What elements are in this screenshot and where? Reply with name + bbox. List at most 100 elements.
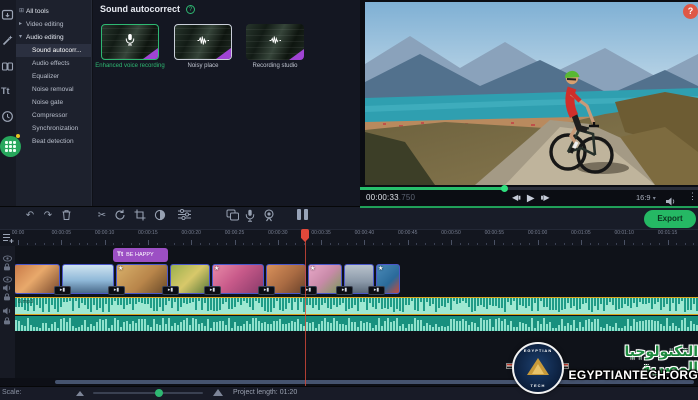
waveform-bar bbox=[93, 326, 95, 331]
ruler-tick bbox=[269, 243, 270, 245]
rotate-button[interactable] bbox=[113, 209, 127, 223]
preset-enhanced-voice-recording[interactable] bbox=[101, 24, 159, 60]
horizontal-scrollbar-thumb[interactable] bbox=[55, 380, 694, 384]
transition-badge[interactable]: ▸▮ bbox=[54, 286, 71, 295]
waveform-bar bbox=[147, 325, 149, 331]
waveform-bar bbox=[648, 298, 650, 303]
waveform-bar bbox=[345, 298, 347, 311]
waveform-bar bbox=[246, 298, 248, 303]
sidebar-item-equalizer[interactable]: Equalizer bbox=[16, 70, 91, 83]
ruler-tick bbox=[122, 243, 123, 245]
zoom-out-icon[interactable] bbox=[76, 391, 84, 396]
waveform-bar bbox=[192, 298, 194, 302]
transition-badge[interactable]: ▸▮ bbox=[258, 286, 275, 295]
undo-button[interactable]: ↶ bbox=[23, 209, 37, 223]
preview-progress-knob[interactable] bbox=[501, 185, 508, 192]
waveform-bar bbox=[354, 298, 356, 305]
aspect-ratio-dropdown[interactable]: 16:9 ▾ bbox=[636, 193, 656, 202]
waveform-bar bbox=[336, 298, 338, 307]
waveform-bar bbox=[381, 326, 383, 331]
redo-button[interactable]: ↷ bbox=[41, 209, 55, 223]
import-media-icon[interactable] bbox=[1, 8, 14, 21]
sidebar-item-audio-effects[interactable]: Audio effects bbox=[16, 57, 91, 70]
titles-icon[interactable]: Tt bbox=[1, 86, 14, 99]
more-options-icon[interactable]: ⋮ bbox=[688, 191, 697, 202]
waveform-bar bbox=[522, 298, 524, 306]
waveform-bar bbox=[384, 321, 386, 331]
waveform-bar bbox=[477, 327, 479, 331]
zoom-in-icon[interactable] bbox=[213, 389, 223, 396]
transition-badge[interactable]: ▸▮ bbox=[300, 286, 317, 295]
waveform-bar bbox=[390, 298, 392, 307]
sidebar-item-all-tools[interactable]: ⊞ All tools bbox=[16, 5, 91, 18]
waveform-bar bbox=[117, 320, 119, 331]
help-icon[interactable]: ? bbox=[186, 5, 195, 14]
transition-badge[interactable]: ▸▮ bbox=[162, 286, 179, 295]
waveform-bar bbox=[297, 319, 299, 331]
ruler-tick bbox=[96, 243, 97, 245]
next-frame-button[interactable]: ▮▶ bbox=[541, 192, 550, 204]
preset-noisy-place[interactable] bbox=[174, 24, 232, 60]
title-clip[interactable]: TtBE HAPPY bbox=[113, 248, 168, 262]
transitions-icon[interactable] bbox=[1, 60, 14, 73]
waveform-bar bbox=[60, 298, 62, 307]
waveform-bar bbox=[81, 298, 83, 303]
sidebar-item-video-editing[interactable]: ▸ Video editing bbox=[16, 18, 91, 31]
video-clip[interactable]: ★▸▮ bbox=[116, 264, 168, 294]
transition-badge[interactable]: ▸▮ bbox=[204, 286, 221, 295]
waveform-bar bbox=[177, 298, 179, 311]
clip-properties-button[interactable] bbox=[177, 209, 191, 223]
waveform-bar bbox=[405, 328, 407, 331]
waveform-bar bbox=[135, 323, 137, 331]
sidebar-item-beat-detection[interactable]: Beat detection bbox=[16, 135, 91, 148]
waveform-bar bbox=[261, 323, 263, 331]
ruler-tick bbox=[217, 243, 218, 245]
sidebar-item-noise-removal[interactable]: Noise removal bbox=[16, 83, 91, 96]
overlay-button[interactable] bbox=[225, 209, 239, 223]
all-tools-grid-icon: ⊞ bbox=[19, 5, 24, 18]
scale-slider-knob[interactable] bbox=[155, 389, 163, 397]
waveform-bar bbox=[105, 298, 107, 304]
video-clip[interactable]: ★▸▮ bbox=[212, 264, 264, 294]
pause-icon[interactable] bbox=[297, 209, 301, 220]
transition-badge[interactable]: ▸▮ bbox=[368, 286, 385, 295]
stickers-clock-icon[interactable] bbox=[1, 110, 14, 123]
waveform-bar bbox=[276, 321, 278, 331]
sidebar-item-compressor[interactable]: Compressor bbox=[16, 109, 91, 122]
waveform-bar bbox=[408, 298, 410, 305]
lock-icon[interactable] bbox=[3, 312, 11, 330]
waveform-bar bbox=[165, 298, 167, 305]
split-scissors-button[interactable]: ✂ bbox=[95, 209, 109, 223]
sidebar-item-noise-gate[interactable]: Noise gate bbox=[16, 96, 91, 109]
sidebar-item-sound-autocorr-[interactable]: Sound autocorr... bbox=[16, 44, 91, 57]
sidebar-item-audio-editing[interactable]: ▾ Audio editing bbox=[16, 31, 91, 44]
waveform-bar bbox=[507, 325, 509, 331]
video-clip[interactable]: ★▸▮ bbox=[376, 264, 400, 294]
transition-badge[interactable]: ▸▮ bbox=[336, 286, 353, 295]
more-tools-button[interactable] bbox=[0, 136, 21, 157]
waveform-bar bbox=[225, 325, 227, 331]
scale-slider-track[interactable] bbox=[93, 392, 203, 394]
delete-button[interactable] bbox=[59, 209, 73, 223]
crop-button[interactable] bbox=[133, 209, 147, 223]
transition-badge[interactable]: ▸▮ bbox=[108, 286, 125, 295]
audio-clip-selected[interactable]: 8.mp3 bbox=[15, 297, 698, 315]
play-button[interactable]: ▶ bbox=[527, 193, 535, 204]
help-button[interactable]: ? bbox=[683, 4, 698, 19]
waveform-bar bbox=[318, 324, 320, 331]
sidebar-item-synchronization[interactable]: Synchronization bbox=[16, 122, 91, 135]
filters-wand-icon[interactable] bbox=[1, 34, 14, 47]
export-button[interactable]: Export bbox=[644, 210, 696, 228]
record-voiceover-button[interactable] bbox=[243, 209, 257, 223]
previous-frame-button[interactable]: ◀▮ bbox=[512, 192, 521, 204]
waveform-bar bbox=[48, 298, 50, 312]
ruler-tick bbox=[659, 243, 660, 245]
preset-recording-studio[interactable] bbox=[246, 24, 304, 60]
pause-icon[interactable] bbox=[304, 209, 308, 220]
audio-clip-2[interactable] bbox=[15, 316, 698, 331]
color-adjustments-button[interactable] bbox=[153, 209, 167, 223]
video-clip[interactable]: ▸▮ bbox=[62, 264, 114, 294]
waveform-bar bbox=[330, 298, 332, 309]
waveform-bar bbox=[135, 298, 137, 304]
webcam-capture-button[interactable] bbox=[262, 209, 276, 223]
